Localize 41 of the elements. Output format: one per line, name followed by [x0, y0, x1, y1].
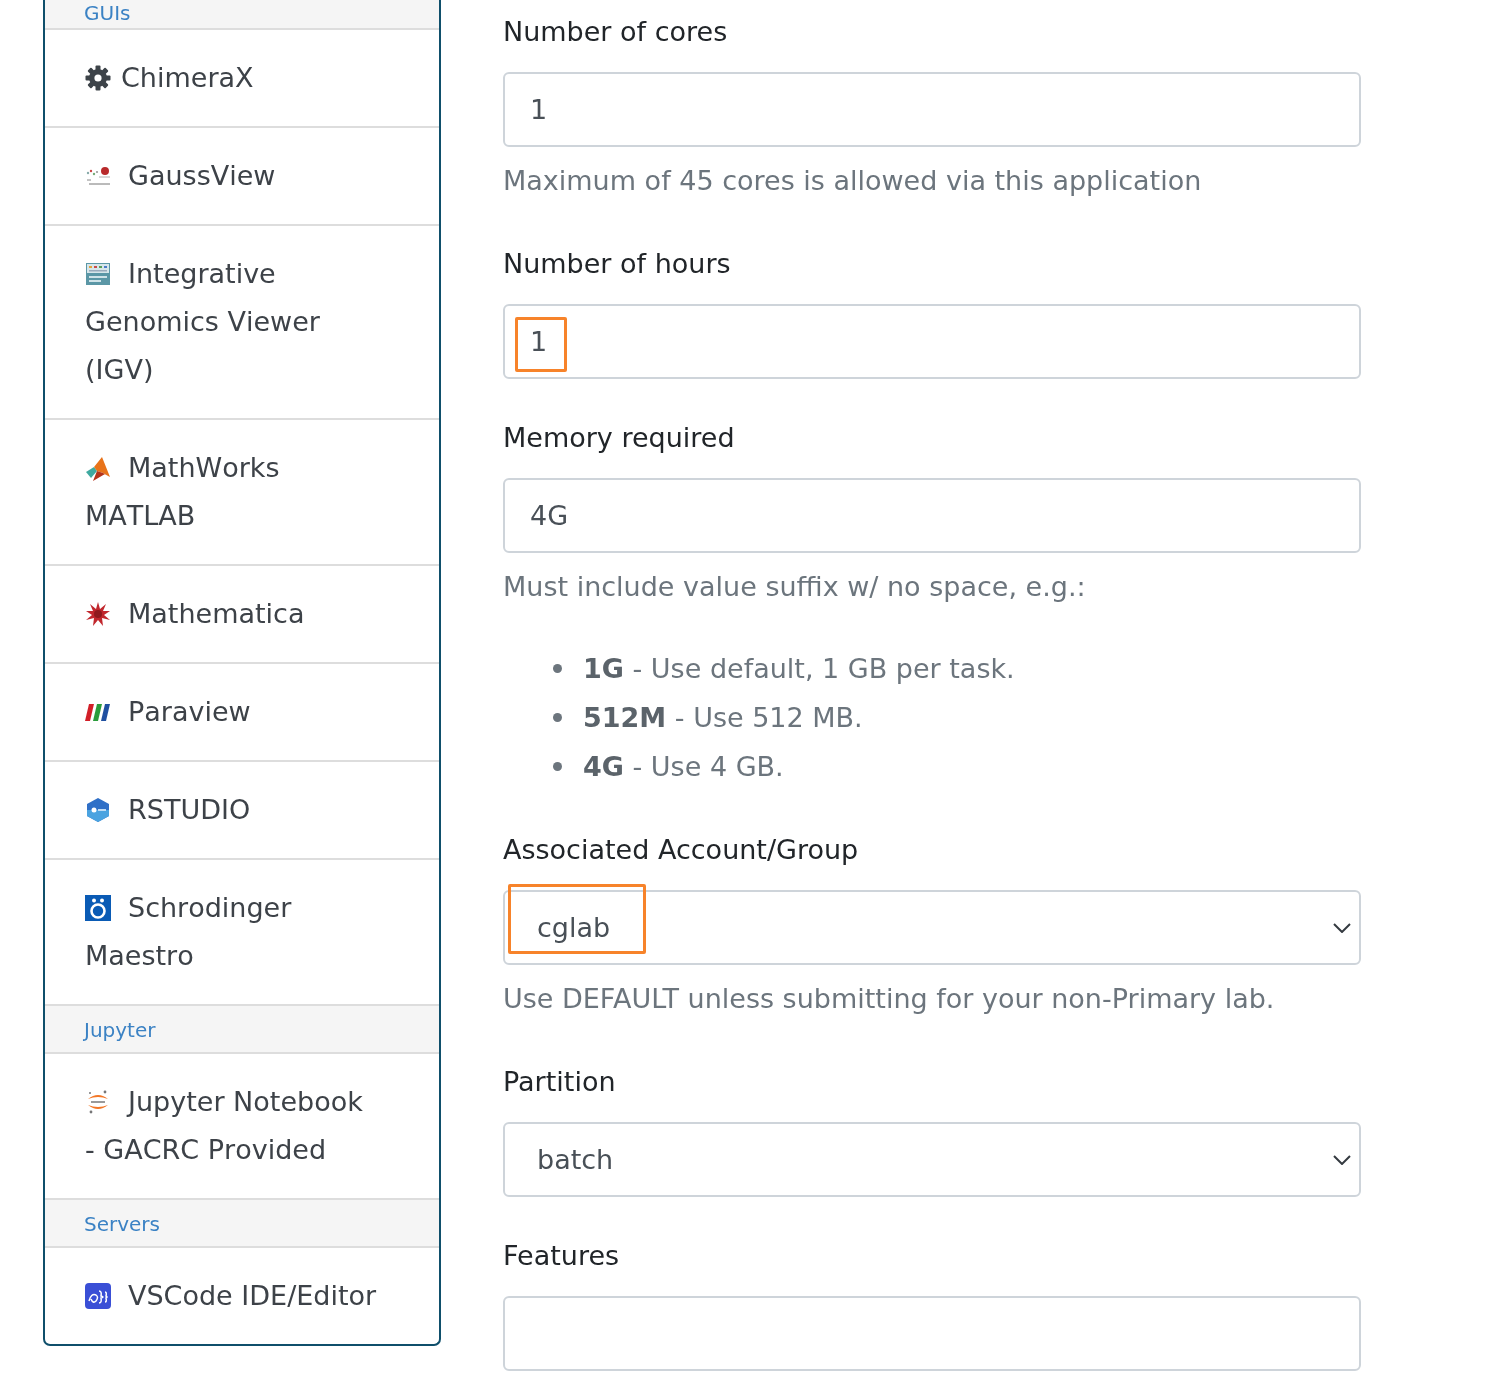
chevron-down-icon [1333, 1154, 1351, 1165]
code-tile-icon [85, 1283, 111, 1309]
section-heading: GUIs [45, 0, 439, 28]
bullet-icon [553, 713, 562, 722]
field-label: Partition [503, 1065, 617, 1099]
list-item-text: 4G - Use 4 GB. [583, 749, 784, 784]
ring-tile-icon [85, 895, 111, 921]
bullet-icon [553, 762, 562, 771]
section-heading: Servers [45, 1198, 439, 1246]
sidebar-item[interactable]: RSTUDIO [45, 760, 439, 858]
help-text: Maximum of 45 cores is allowed via this application [503, 164, 1203, 198]
help-text: Must include value suffix w/ no space, e.g.: [503, 570, 1087, 604]
field-label: Associated Account/Group [503, 833, 860, 867]
field-label: Features [503, 1239, 621, 1273]
field-label: Number of hours [503, 247, 732, 281]
hexagon-icon [85, 797, 111, 823]
sidebar-item[interactable]: GaussView [45, 126, 439, 224]
sidebar-item[interactable]: VSCode IDE/Editor [45, 1246, 439, 1344]
text-field[interactable]: 1 [503, 304, 1361, 379]
sidebar-item[interactable]: Paraview [45, 662, 439, 760]
spiky-star-icon [85, 601, 111, 627]
sidebar-item[interactable]: ChimeraX [45, 28, 439, 126]
sidebar-item[interactable]: Mathematica [45, 564, 439, 662]
text-field[interactable]: 1 [503, 72, 1361, 147]
sidebar-item[interactable]: Integrative Genomics Viewer (IGV) [45, 224, 439, 418]
field-label: Number of cores [503, 15, 729, 49]
dropdown[interactable]: cglab [503, 890, 1361, 965]
text-field[interactable]: 4G [503, 478, 1361, 553]
chevron-down-icon [1333, 922, 1351, 933]
text-field[interactable] [503, 1296, 1361, 1371]
grid-tile-icon [85, 261, 111, 287]
peak-icon [85, 455, 111, 481]
section-heading: Jupyter [45, 1004, 439, 1052]
bullet-icon [553, 664, 562, 673]
list-item-text: 512M - Use 512 MB. [583, 700, 863, 735]
gear-icon [85, 65, 111, 91]
list-item-text: 1G - Use default, 1 GB per task. [583, 651, 1015, 686]
field-label: Memory required [503, 421, 736, 455]
help-text: Use DEFAULT unless submitting for your non-Primary lab. [503, 982, 1276, 1016]
dropdown[interactable]: batch [503, 1122, 1361, 1197]
sidebar-item[interactable]: MathWorks MATLAB [45, 418, 439, 564]
